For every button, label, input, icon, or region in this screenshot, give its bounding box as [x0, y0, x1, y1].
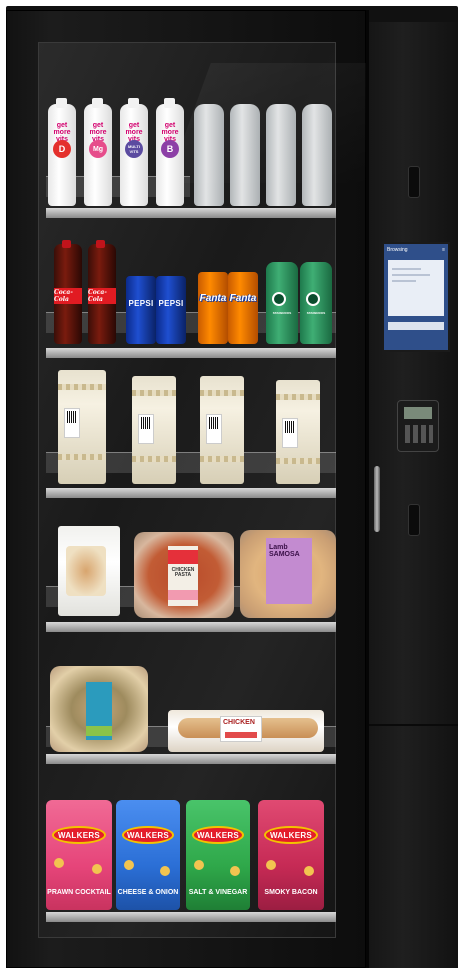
- fanta-can[interactable]: Fanta: [228, 272, 258, 344]
- door-handle[interactable]: [374, 466, 380, 532]
- reader-display: [404, 407, 432, 419]
- cola-brand: Coca-Cola: [88, 288, 116, 304]
- starbucks-logo-icon: [306, 292, 320, 306]
- pasta-pot[interactable]: CHICKEN PASTA: [134, 532, 234, 618]
- chicken-baguette[interactable]: CHICKEN: [168, 710, 324, 752]
- crisps-flavour: SALT & VINEGAR: [188, 888, 248, 896]
- vitamin-letter: Mg: [89, 140, 107, 158]
- screen-header-label: Browsing: [387, 247, 408, 253]
- menu-icon: ≡: [442, 247, 445, 253]
- samosa-pot[interactable]: Lamb SAMOSA: [240, 530, 336, 618]
- cola-bottle[interactable]: Coca-Cola: [88, 240, 116, 344]
- shelf-5: [46, 754, 336, 764]
- side-panel-seam: [366, 724, 458, 726]
- shelf-2: [46, 348, 336, 358]
- crisps-flavour: SMOKY BACON: [264, 888, 318, 896]
- starbucks-drink[interactable]: STARBUCKS: [266, 262, 298, 344]
- screen-header: Browsing ≡: [384, 244, 448, 256]
- vitamin-letter: MULTI VITS: [125, 140, 143, 158]
- salad-pot[interactable]: [50, 666, 148, 752]
- card-reader[interactable]: [397, 400, 439, 452]
- shelf-3: [46, 488, 336, 498]
- pepsi-can[interactable]: PEPSI: [156, 276, 186, 344]
- can-brand: Fanta: [199, 293, 227, 304]
- can-brand: PEPSI: [128, 299, 154, 308]
- starbucks-drink[interactable]: STARBUCKS: [300, 262, 332, 344]
- shelf-1: [46, 208, 336, 218]
- drink-brand: STARBUCKS: [306, 311, 326, 315]
- water-bottle[interactable]: [266, 104, 296, 206]
- crisps-flavour: CHEESE & ONION: [117, 888, 179, 896]
- screen-footer: [388, 322, 444, 330]
- crisps-smoky-bacon[interactable]: WALKERS SMOKY BACON: [258, 800, 324, 910]
- wrap-pack[interactable]: [276, 380, 320, 484]
- pot-label-text: CHICKEN PASTA: [171, 567, 195, 578]
- vitamin-bottle-mg[interactable]: get more vits Mg: [84, 98, 112, 206]
- vitamin-bottle-multi[interactable]: get more vits MULTI VITS: [120, 98, 148, 206]
- vitamin-bottle-d[interactable]: get more vits D: [48, 98, 76, 206]
- touchscreen[interactable]: Browsing ≡: [382, 242, 450, 352]
- water-bottle[interactable]: [302, 104, 332, 206]
- crisps-flavour: PRAWN COCKTAIL: [47, 888, 111, 896]
- tray-label-text: CHICKEN: [223, 719, 255, 726]
- cola-brand: Coca-Cola: [54, 288, 82, 304]
- crisps-prawn-cocktail[interactable]: WALKERS PRAWN COCKTAIL: [46, 800, 112, 910]
- vitamin-letter: D: [53, 140, 71, 158]
- drink-brand: STARBUCKS: [272, 311, 292, 315]
- door-seam: [366, 10, 369, 968]
- crisps-brand: WALKERS: [52, 826, 106, 844]
- samosa-label-text: Lamb SAMOSA: [269, 544, 300, 559]
- water-bottle[interactable]: [230, 104, 260, 206]
- shelf-6: [46, 912, 336, 922]
- wrap-pack[interactable]: [58, 370, 106, 484]
- cola-bottle[interactable]: Coca-Cola: [54, 240, 82, 344]
- lock-top-icon: [408, 166, 420, 198]
- starbucks-logo-icon: [272, 292, 286, 306]
- screen-card: [388, 260, 444, 316]
- crisps-cheese-onion[interactable]: WALKERS CHEESE & ONION: [116, 800, 180, 910]
- vitamin-letter: B: [161, 140, 179, 158]
- crisps-brand: WALKERS: [264, 826, 318, 844]
- can-brand: PEPSI: [158, 299, 184, 308]
- pepsi-can[interactable]: PEPSI: [126, 276, 156, 344]
- wrap-pack[interactable]: [132, 376, 176, 484]
- lock-bottom-icon: [408, 504, 420, 536]
- crisps-brand: WALKERS: [192, 826, 244, 844]
- fanta-can[interactable]: Fanta: [198, 272, 228, 344]
- vitamin-bottle-b[interactable]: get more vits B: [156, 98, 184, 206]
- crisps-salt-vinegar[interactable]: WALKERS SALT & VINEGAR: [186, 800, 250, 910]
- sandwich-pack[interactable]: [58, 526, 120, 616]
- water-bottle[interactable]: [194, 104, 224, 206]
- reader-keypad[interactable]: [405, 425, 433, 443]
- crisps-brand: WALKERS: [122, 826, 174, 844]
- wrap-pack[interactable]: [200, 376, 244, 484]
- can-brand: Fanta: [229, 293, 257, 304]
- shelf-4: [46, 622, 336, 632]
